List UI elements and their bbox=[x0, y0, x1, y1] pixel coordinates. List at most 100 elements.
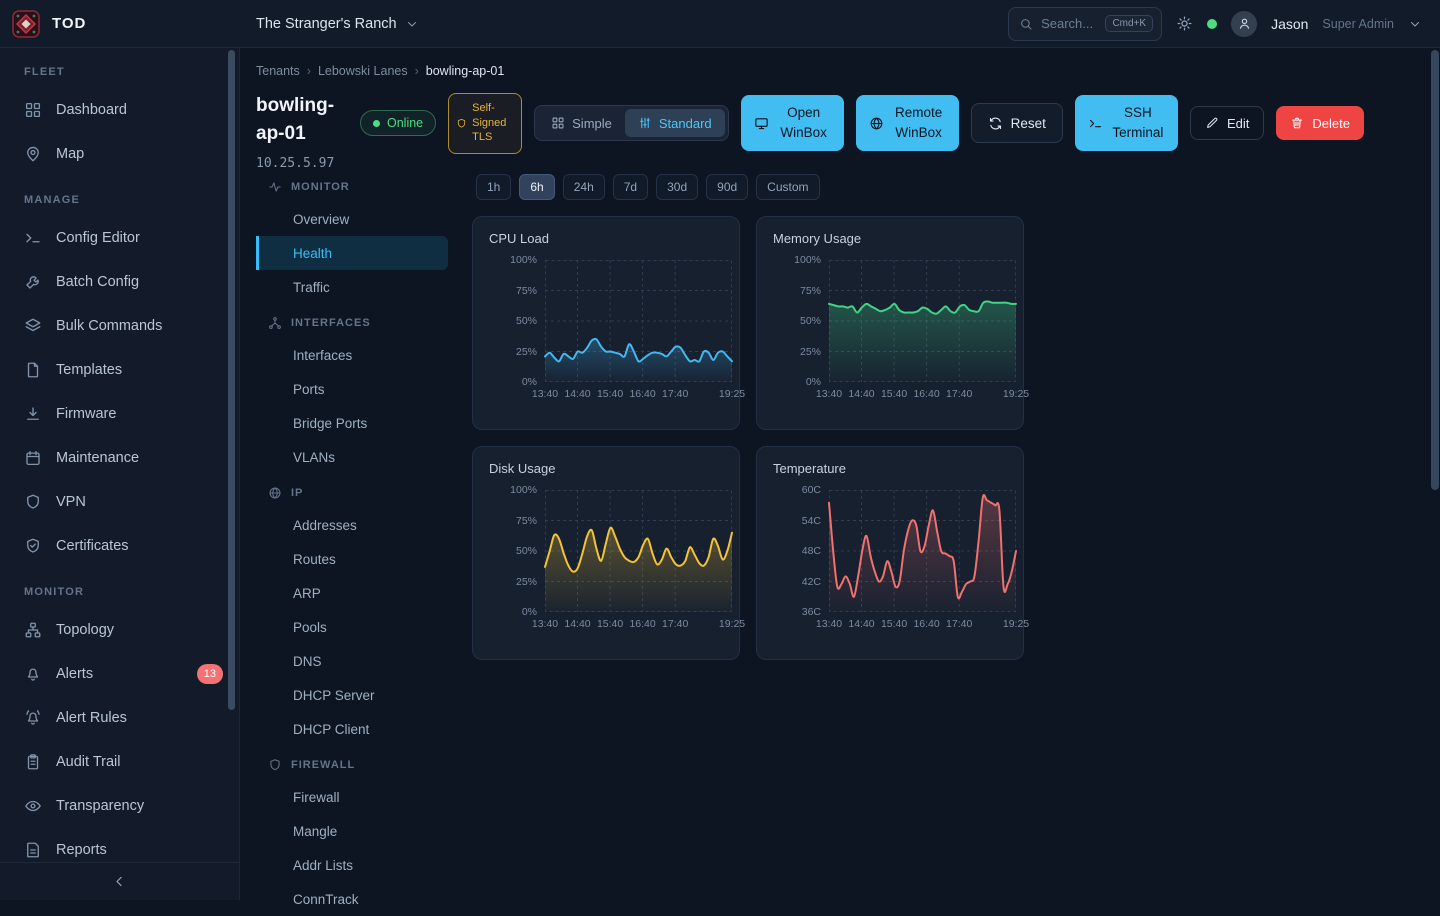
time-range-30d[interactable]: 30d bbox=[656, 174, 698, 200]
breadcrumb-device: bowling-ap-01 bbox=[426, 64, 505, 78]
y-axis-tick: 25% bbox=[516, 576, 537, 588]
subnav-item-bridge-ports[interactable]: Bridge Ports bbox=[256, 406, 448, 440]
time-range-7d[interactable]: 7d bbox=[613, 174, 648, 200]
subnav-item-pools[interactable]: Pools bbox=[256, 610, 448, 644]
search-box[interactable]: Cmd+K bbox=[1008, 7, 1162, 41]
sidebar-item-topology[interactable]: Topology bbox=[0, 608, 239, 652]
reset-button[interactable]: Reset bbox=[971, 103, 1063, 143]
subnav-item-addresses[interactable]: Addresses bbox=[256, 508, 448, 542]
sidebar-item-batch-config[interactable]: Batch Config bbox=[0, 260, 239, 304]
x-axis-tick: 16:40 bbox=[913, 388, 939, 400]
y-axis-tick: 42C bbox=[802, 576, 821, 588]
sidebar-item-label: Alert Rules bbox=[56, 710, 127, 726]
sidebar-item-map[interactable]: Map bbox=[0, 132, 239, 176]
user-menu-chevron-icon[interactable] bbox=[1408, 17, 1422, 31]
breadcrumb-tenants[interactable]: Tenants bbox=[256, 64, 300, 78]
remote-winbox-button[interactable]: Remote WinBox bbox=[856, 95, 959, 151]
subnav-item-dhcp-client[interactable]: DHCP Client bbox=[256, 712, 448, 746]
y-axis-tick: 75% bbox=[516, 515, 537, 527]
y-axis-tick: 48C bbox=[802, 545, 821, 557]
subnav-item-vlans[interactable]: VLANs bbox=[256, 440, 448, 474]
subnav-item-overview[interactable]: Overview bbox=[256, 202, 448, 236]
search-input[interactable] bbox=[1041, 16, 1097, 31]
subnav-item-dns[interactable]: DNS bbox=[256, 644, 448, 678]
mode-simple-button[interactable]: Simple bbox=[538, 109, 625, 137]
y-axis-tick: 50% bbox=[516, 545, 537, 557]
topology-icon bbox=[24, 621, 42, 639]
sidebar-item-maintenance[interactable]: Maintenance bbox=[0, 436, 239, 480]
subnav-item-traffic[interactable]: Traffic bbox=[256, 270, 448, 304]
sidebar-scrollbar[interactable] bbox=[228, 50, 235, 710]
edit-button[interactable]: Edit bbox=[1190, 106, 1264, 140]
view-mode-toggle: Simple Standard bbox=[534, 105, 729, 141]
x-axis-tick: 19:25 bbox=[1003, 618, 1029, 630]
subnav-item-firewall[interactable]: Firewall bbox=[256, 780, 448, 814]
brand-name: TOD bbox=[52, 15, 86, 32]
sidebar-item-transparency[interactable]: Transparency bbox=[0, 784, 239, 828]
y-axis-tick: 0% bbox=[806, 376, 821, 388]
main-content: Tenants › Lebowski Lanes › bowling-ap-01… bbox=[240, 48, 1440, 900]
x-axis-tick: 13:40 bbox=[532, 618, 558, 630]
subnav-item-arp[interactable]: ARP bbox=[256, 576, 448, 610]
terminal-icon bbox=[1088, 116, 1103, 131]
subnav-item-routes[interactable]: Routes bbox=[256, 542, 448, 576]
bell-icon bbox=[24, 665, 42, 683]
time-range-6h[interactable]: 6h bbox=[519, 174, 554, 200]
sidebar-item-alerts[interactable]: Alerts13 bbox=[0, 652, 239, 696]
avatar-person-icon bbox=[1237, 16, 1252, 31]
sidebar-item-templates[interactable]: Templates bbox=[0, 348, 239, 392]
doc-icon bbox=[24, 841, 42, 859]
sidebar-item-vpn[interactable]: VPN bbox=[0, 480, 239, 524]
sidebar-item-firmware[interactable]: Firmware bbox=[0, 392, 239, 436]
subnav-item-conntrack[interactable]: ConnTrack bbox=[256, 882, 448, 916]
sidebar-item-certificates[interactable]: Certificates bbox=[0, 524, 239, 568]
search-shortcut-badge: Cmd+K bbox=[1105, 15, 1153, 32]
time-range-24h[interactable]: 24h bbox=[563, 174, 605, 200]
tenant-selector[interactable]: The Stranger's Ranch bbox=[256, 16, 419, 32]
chart-plot-area bbox=[829, 260, 1016, 382]
user-avatar[interactable] bbox=[1231, 11, 1257, 37]
subnav-item-addr-lists[interactable]: Addr Lists bbox=[256, 848, 448, 882]
time-range-90d[interactable]: 90d bbox=[706, 174, 748, 200]
breadcrumb-tenant-name[interactable]: Lebowski Lanes bbox=[318, 64, 408, 78]
x-axis-tick: 17:40 bbox=[946, 388, 972, 400]
mode-standard-button[interactable]: Standard bbox=[625, 109, 725, 137]
chevron-down-icon bbox=[405, 17, 419, 31]
chart-title: CPU Load bbox=[489, 231, 723, 246]
open-winbox-button[interactable]: Open WinBox bbox=[741, 95, 844, 151]
chevron-right-icon: › bbox=[415, 64, 419, 78]
sidebar-item-alert-rules[interactable]: Alert Rules bbox=[0, 696, 239, 740]
theme-toggle-sun-icon[interactable] bbox=[1176, 15, 1193, 32]
sidebar-item-label: VPN bbox=[56, 494, 86, 510]
subnav-item-mangle[interactable]: Mangle bbox=[256, 814, 448, 848]
calendar-icon bbox=[24, 449, 42, 467]
main-scrollbar[interactable] bbox=[1431, 50, 1439, 490]
x-axis-tick: 15:40 bbox=[597, 388, 623, 400]
delete-button[interactable]: Delete bbox=[1276, 106, 1364, 140]
sidebar-item-label: Reports bbox=[56, 842, 107, 858]
x-axis-tick: 15:40 bbox=[881, 388, 907, 400]
user-role: Super Admin bbox=[1322, 17, 1394, 31]
wrench-icon bbox=[24, 273, 42, 291]
y-axis-tick: 0% bbox=[522, 376, 537, 388]
time-range-custom[interactable]: Custom bbox=[756, 174, 819, 200]
share-icon bbox=[268, 316, 282, 330]
x-axis-tick: 15:40 bbox=[881, 618, 907, 630]
globe-icon bbox=[869, 116, 884, 131]
subnav-section-ip: IP bbox=[256, 474, 448, 508]
sidebar-item-config-editor[interactable]: Config Editor bbox=[0, 216, 239, 260]
y-axis-tick: 100% bbox=[510, 484, 537, 496]
subnav-item-dhcp-server[interactable]: DHCP Server bbox=[256, 678, 448, 712]
subnav-item-ports[interactable]: Ports bbox=[256, 372, 448, 406]
subnav-item-health[interactable]: Health bbox=[256, 236, 448, 270]
bell-ring-icon bbox=[24, 709, 42, 727]
sidebar-item-audit-trail[interactable]: Audit Trail bbox=[0, 740, 239, 784]
user-name: Jason bbox=[1271, 16, 1308, 32]
sidebar-item-bulk-commands[interactable]: Bulk Commands bbox=[0, 304, 239, 348]
tenant-name: The Stranger's Ranch bbox=[256, 16, 397, 32]
sidebar-collapse-button[interactable] bbox=[0, 862, 239, 900]
subnav-item-interfaces[interactable]: Interfaces bbox=[256, 338, 448, 372]
ssh-terminal-button[interactable]: SSH Terminal bbox=[1075, 95, 1178, 151]
sidebar-item-dashboard[interactable]: Dashboard bbox=[0, 88, 239, 132]
time-range-1h[interactable]: 1h bbox=[476, 174, 511, 200]
